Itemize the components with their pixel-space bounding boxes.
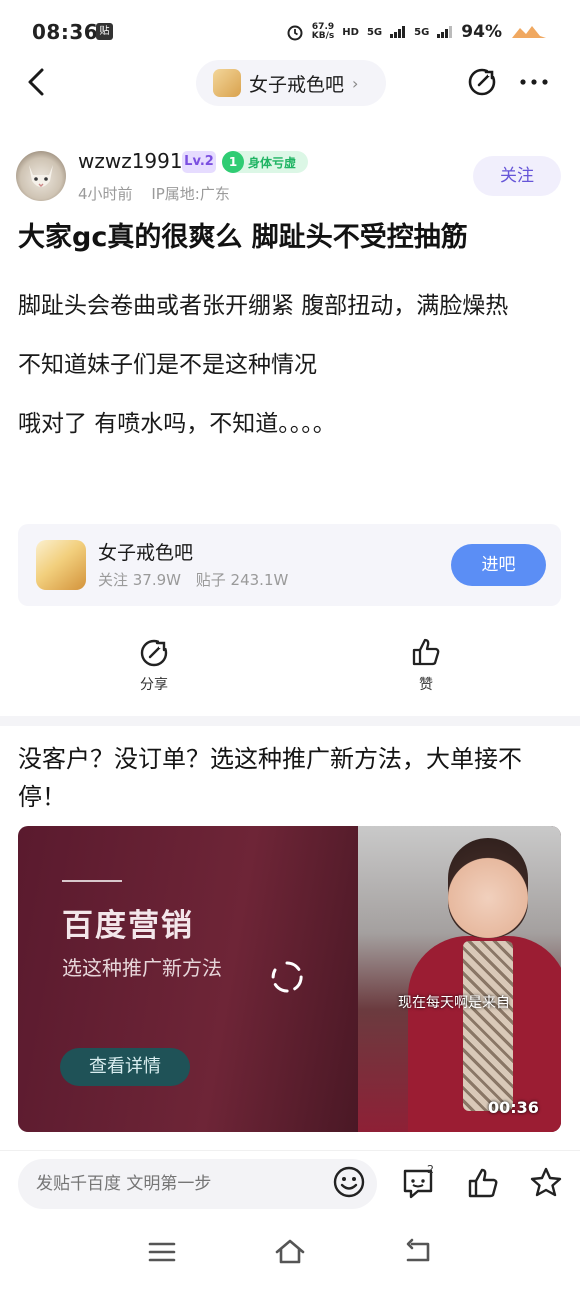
post-meta: 4小时前 IP属地:广东 (78, 183, 244, 204)
ad-presenter-head (448, 838, 528, 938)
forum-pill[interactable]: 女子戒色吧 › (196, 60, 386, 106)
ad-subtitle: 选这种推广新方法 (62, 956, 222, 980)
forum-card[interactable]: 女子戒色吧 关注 37.9W 贴子 243.1W 进吧 (18, 524, 561, 606)
more-icon[interactable] (516, 64, 552, 100)
forum-posts: 贴子 243.1W (195, 571, 289, 589)
share-label: 分享 (140, 677, 168, 693)
chevron-right-icon: › (352, 73, 359, 93)
alarm-icon (287, 25, 303, 41)
status-indicators: 67.9 KB/s HD 5G 5G 94% (286, 18, 548, 46)
comment-count: 2 (427, 1163, 434, 1176)
level-badge: Lv.2 (182, 151, 216, 173)
edit-icon[interactable] (466, 66, 498, 98)
ad-title[interactable]: 没客户？没订单？选这种推广新方法，大单接不停！ (18, 740, 564, 816)
status-bar: 08:36 贴 67.9 KB/s HD 5G 5G 94% (0, 0, 580, 64)
net-speed-unit: KB/s (311, 31, 335, 41)
hd-tag: HD (342, 26, 359, 38)
signal-2-icon (437, 26, 453, 38)
net-speed: 67.9 KB/s (312, 23, 334, 41)
loading-spinner-icon (271, 961, 303, 993)
author-row: wzwz1991 Lv.2 1 身体亏虚 4小时前 IP属地:广东 关注 (0, 148, 580, 208)
post-paragraph: 不知道妹子们是不是这种情况 (18, 352, 317, 378)
battery-icon (512, 26, 546, 38)
comment-input[interactable] (18, 1159, 377, 1209)
signal-2-label: 5G (414, 26, 430, 38)
forum-card-avatar-icon (36, 540, 86, 590)
thumbs-up-icon[interactable] (465, 1165, 501, 1201)
enter-forum-button[interactable]: 进吧 (451, 544, 546, 586)
ad-duration: 00:36 (488, 1098, 539, 1117)
section-divider (0, 716, 580, 726)
tieba-notification-icon: 贴 (96, 23, 113, 40)
forum-followers: 关注 37.9W (98, 571, 181, 589)
ip-location: IP属地:广东 (151, 185, 230, 203)
back-arrow-icon[interactable] (20, 64, 56, 100)
post-title: 大家gc真的很爽么 脚趾头不受控抽筋 (18, 222, 468, 253)
status-time: 08:36 (32, 20, 99, 44)
ad-video[interactable]: 百度营销 选这种推广新方法 查看详情 现在每天啊是来自 00:36 (18, 826, 561, 1132)
title-badge-number: 1 (222, 151, 244, 173)
nav-bar: 女子戒色吧 › (0, 56, 580, 110)
system-nav-bar (0, 1222, 580, 1289)
share-action[interactable]: 分享 (114, 636, 194, 694)
post-body: 脚趾头会卷曲或者张开绷紧 腹部扭动，满脸燥热 不知道妹子们是不是这种情况 哦对了… (18, 286, 564, 463)
post-time: 4小时前 (78, 185, 133, 203)
back-icon[interactable] (402, 1236, 434, 1268)
cat-avatar-icon (29, 165, 53, 187)
title-badge: 1 身体亏虚 (222, 151, 308, 173)
like-label: 赞 (419, 677, 433, 693)
ad-presenter-image (358, 826, 561, 1132)
ad-presenter-scarf (463, 941, 513, 1111)
thumbs-up-icon (412, 638, 440, 666)
avatar[interactable] (16, 151, 66, 201)
ad-caption: 现在每天啊是来自 (398, 995, 510, 1011)
signal-1-label: 5G (366, 26, 383, 38)
signal-1-icon (390, 26, 406, 38)
forum-avatar-icon (213, 69, 241, 97)
forum-pill-name: 女子戒色吧 (249, 73, 345, 96)
title-badge-text: 身体亏虚 (248, 155, 297, 170)
ad-detail-button[interactable]: 查看详情 (60, 1048, 190, 1086)
menu-icon[interactable] (146, 1236, 178, 1268)
home-icon[interactable] (274, 1236, 306, 1268)
bottom-bar: 2 (0, 1150, 580, 1216)
share-icon (140, 638, 169, 667)
post-paragraph: 哦对了 有喷水吗，不知道。。。。 (18, 411, 336, 437)
ad-brand: 百度营销 (62, 908, 194, 944)
emoji-icon[interactable] (332, 1165, 366, 1199)
battery-level: 94% (461, 22, 502, 42)
forum-card-stats: 关注 37.9W 贴子 243.1W (98, 569, 298, 590)
username[interactable]: wzwz1991 (78, 149, 183, 173)
follow-button[interactable]: 关注 (473, 156, 561, 196)
post-paragraph: 脚趾头会卷曲或者张开绷紧 腹部扭动，满脸燥热 (18, 293, 509, 319)
ad-decor-line (62, 880, 122, 882)
forum-card-name: 女子戒色吧 (98, 542, 194, 564)
star-icon[interactable] (528, 1165, 564, 1201)
like-action[interactable]: 赞 (386, 636, 466, 694)
